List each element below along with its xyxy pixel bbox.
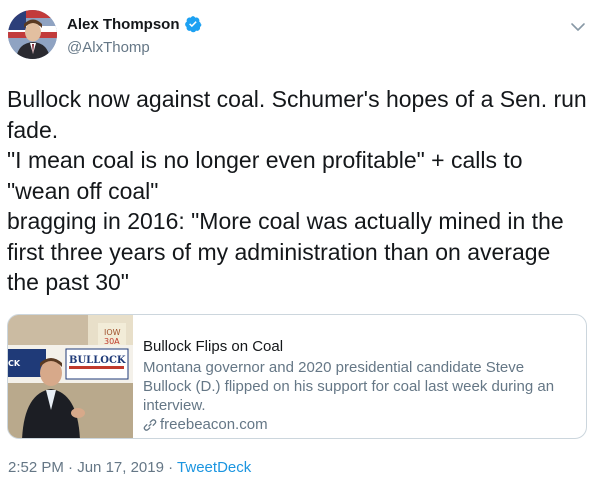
- card-text: Bullock Flips on Coal Montana governor a…: [133, 315, 586, 438]
- card-domain-text: freebeacon.com: [160, 416, 268, 433]
- tweet-source-link[interactable]: TweetDeck: [177, 459, 251, 476]
- svg-text:IOW: IOW: [104, 328, 121, 337]
- card-domain: freebeacon.com: [143, 415, 576, 435]
- card-description: Montana governor and 2020 presidential c…: [143, 359, 555, 414]
- tweet-text: Bullock now against coal. Schumer's hope…: [7, 86, 587, 295]
- card-image: IOW 30A CK BULLOCK: [8, 315, 133, 438]
- avatar[interactable]: [8, 10, 57, 59]
- link-card[interactable]: IOW 30A CK BULLOCK Bullock Flips on Coal…: [7, 314, 587, 439]
- author-display-name[interactable]: Alex Thompson: [67, 16, 180, 33]
- svg-text:CK: CK: [8, 359, 21, 368]
- verified-badge-icon: [184, 15, 202, 33]
- card-image-sign: BULLOCK: [69, 355, 126, 366]
- author-handle[interactable]: @AlxThomp: [67, 39, 150, 56]
- tweet-meta: 2:52 PM · Jun 17, 2019 · TweetDeck: [8, 459, 251, 476]
- chevron-down-icon[interactable]: [570, 20, 586, 32]
- author-name-row: Alex Thompson: [67, 15, 202, 33]
- meta-separator-1: ·: [68, 459, 74, 476]
- card-title: Bullock Flips on Coal: [143, 338, 284, 355]
- tweet-time[interactable]: 2:52 PM: [8, 459, 64, 476]
- tweet: Alex Thompson @AlxThomp Bullock now agai…: [0, 0, 596, 497]
- tweet-date[interactable]: Jun 17, 2019: [77, 459, 164, 476]
- svg-text:30A: 30A: [104, 337, 120, 346]
- meta-separator-2: ·: [168, 459, 174, 476]
- link-icon: [143, 418, 157, 432]
